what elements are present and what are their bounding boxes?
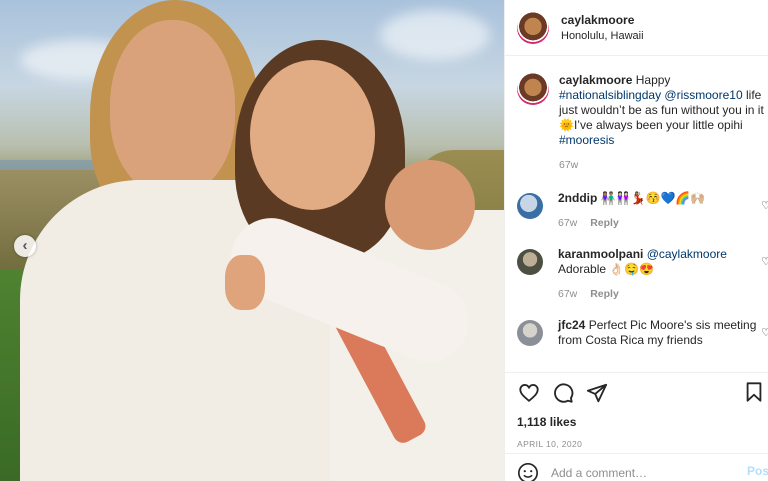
commenter-avatar[interactable]: [517, 193, 543, 219]
commenter-username[interactable]: 2nddip: [558, 191, 597, 205]
post-location[interactable]: Honolulu, Hawaii: [561, 30, 644, 42]
reply-button[interactable]: Reply: [590, 288, 619, 300]
mention-link[interactable]: @caylakmoore: [647, 247, 727, 261]
comment-text: 👫🏽👭🏻💃🏽😚💙🌈🙌🏼: [600, 191, 706, 205]
commenter-avatar[interactable]: [517, 320, 543, 346]
caption-username[interactable]: caylakmoore: [559, 73, 632, 87]
author-username[interactable]: caylakmoore: [561, 13, 644, 27]
person-left-face: [110, 20, 235, 195]
bookmark-icon[interactable]: [743, 381, 767, 405]
heart-icon[interactable]: [517, 381, 541, 405]
post-side-panel: caylakmoore Honolulu, Hawaii caylakmoore…: [504, 0, 768, 481]
comment-item: jfc24 Perfect Pic Moore's sis meeting fr…: [505, 318, 768, 348]
comment-text: Adorable 👌🏻🤤😍: [558, 262, 655, 276]
commenter-username[interactable]: jfc24: [558, 318, 585, 332]
caption: caylakmoore Happy #nationalsiblingday @r…: [505, 57, 768, 173]
comment-bubble-icon[interactable]: [551, 381, 575, 405]
commenter-username[interactable]: karanmoolpani: [558, 247, 643, 261]
caption-text: I’ve always been your little opihi: [573, 118, 743, 132]
comment-input[interactable]: Add a comment…: [551, 466, 647, 480]
comment-time[interactable]: 67w: [558, 217, 577, 229]
hand: [225, 255, 265, 310]
author-avatar[interactable]: [517, 11, 549, 44]
like-count[interactable]: 1,118 likes: [517, 415, 757, 429]
comment-time[interactable]: 67w: [558, 288, 577, 300]
cloud: [380, 10, 490, 60]
carousel-prev-button[interactable]: ‹: [14, 235, 36, 257]
post-actions: 1,118 likes APRIL 10, 2020: [505, 372, 768, 449]
comment-like-heart-icon[interactable]: ♡: [761, 199, 768, 212]
sun-emoji: 🌞: [559, 118, 574, 132]
commenter-avatar[interactable]: [517, 249, 543, 275]
post-header: caylakmoore Honolulu, Hawaii: [505, 0, 768, 56]
post-photo[interactable]: ‹: [0, 0, 504, 481]
smiley-icon[interactable]: [517, 462, 539, 481]
paper-plane-icon[interactable]: [585, 381, 609, 405]
person-right-shoulder: [385, 160, 475, 250]
comments-list[interactable]: caylakmoore Happy #nationalsiblingday @r…: [505, 57, 768, 370]
comment-item: 2nddip 👫🏽👭🏻💃🏽😚💙🌈🙌🏼 67w Reply ♡: [505, 191, 768, 231]
add-comment-bar: Add a comment… Post: [505, 453, 768, 481]
caption-text: Happy: [635, 73, 671, 87]
mention-link[interactable]: @rissmoore10: [664, 88, 742, 102]
comment-like-heart-icon[interactable]: ♡: [761, 326, 768, 339]
reply-button[interactable]: Reply: [590, 217, 619, 229]
comment-item: karanmoolpani @caylakmoore Adorable 👌🏻🤤😍…: [505, 247, 768, 302]
post-date[interactable]: APRIL 10, 2020: [517, 439, 757, 449]
caption-avatar[interactable]: [517, 73, 549, 105]
comment-text: Perfect Pic Moore's sis meeting from Cos…: [558, 318, 757, 347]
hashtag-link[interactable]: #mooresis: [559, 133, 614, 147]
caption-time[interactable]: 67w: [559, 159, 578, 171]
person-right-face: [250, 60, 375, 210]
hashtag-link[interactable]: #nationalsiblingday: [559, 88, 661, 102]
comment-like-heart-icon[interactable]: ♡: [761, 255, 768, 268]
post-comment-button[interactable]: Post: [747, 464, 768, 478]
chevron-left-icon: ‹: [22, 237, 28, 254]
